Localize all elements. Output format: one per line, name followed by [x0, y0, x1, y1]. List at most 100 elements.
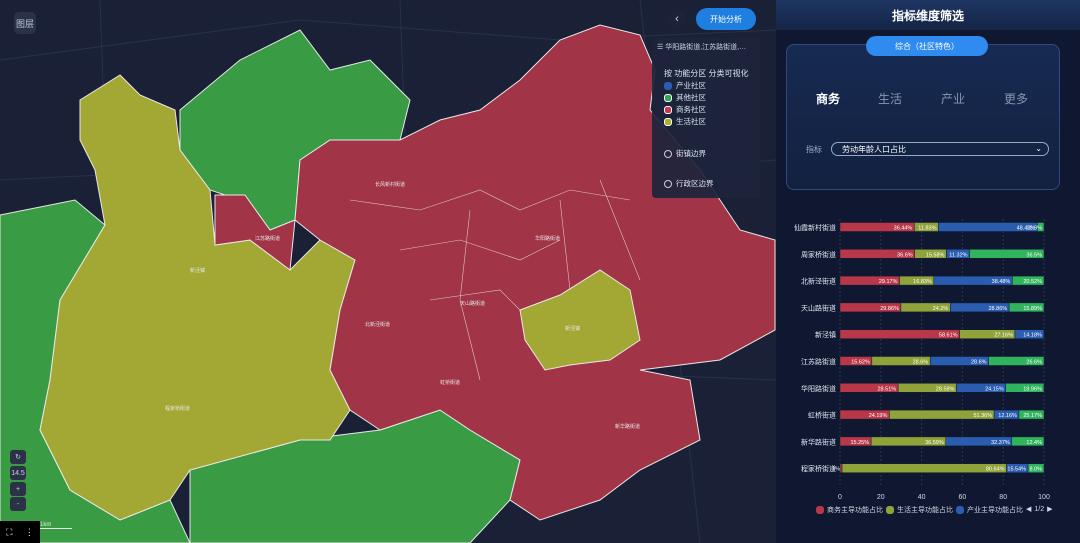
pager-next-icon: ▶	[1047, 506, 1053, 513]
x-tick-label: 40	[918, 494, 926, 501]
data-label: 18.96%	[1023, 386, 1042, 392]
place-label: 新华路街道	[615, 423, 640, 430]
metric-label: 指标	[806, 145, 822, 154]
tab-industry[interactable]: 产业	[941, 90, 965, 107]
mode-pill[interactable]: 综合（社区特色）	[866, 36, 988, 56]
place-label: 江苏路街道	[255, 235, 280, 242]
legend-title: ☰ 华阳路街道,江苏路街道,…	[657, 44, 747, 51]
filter-card	[786, 44, 1060, 190]
pager-prev-icon: ◀	[1026, 506, 1032, 513]
place-label: 北新泾街道	[365, 321, 390, 328]
toggle-town-boundary[interactable]: 街镇边界	[664, 148, 706, 159]
data-label: 28.86%	[989, 306, 1008, 312]
reset-icon[interactable]: ↻	[10, 450, 26, 464]
data-label: 15.54%	[1007, 467, 1026, 473]
data-label: 28.6%	[971, 360, 987, 366]
data-label: 24.19%	[869, 413, 888, 419]
legend-item-other[interactable]: 其他社区	[664, 92, 706, 103]
legend-series-business[interactable]: 商务主导功能占比	[816, 505, 883, 515]
metric-value: 劳动年龄人口占比	[842, 144, 906, 154]
category-label: 新华路街道	[801, 437, 836, 446]
legend-item-business[interactable]: 商务社区	[664, 104, 706, 115]
data-label: 24.15%	[985, 386, 1004, 392]
data-label: 24.2%	[933, 306, 949, 312]
place-label: 虹桥街道	[440, 379, 460, 386]
x-tick-label: 80	[999, 494, 1007, 501]
data-label: 27.16%	[994, 333, 1013, 339]
data-label: 36.5%	[1026, 252, 1042, 258]
legend-series-life[interactable]: 生活主导功能占比	[886, 505, 953, 515]
category-label: 新泾镇	[815, 330, 836, 339]
data-label: 15.58%	[926, 252, 945, 258]
more-icon[interactable]: ⋮	[25, 527, 34, 538]
data-label: 12.9%	[1026, 226, 1042, 232]
data-label: 36.44%	[894, 226, 913, 232]
data-label: 80.64%	[986, 467, 1005, 473]
panel-title: 指标维度筛选	[776, 0, 1080, 30]
x-tick-label: 20	[877, 494, 885, 501]
scale-bar: 1km	[40, 522, 72, 529]
data-label: 28.51%	[878, 386, 897, 392]
fullscreen-icon[interactable]: ⛶	[6, 527, 12, 538]
category-label: 天山路街道	[801, 303, 836, 312]
place-label: 天山路街道	[460, 300, 485, 307]
data-label: 12.16%	[998, 413, 1017, 419]
zoom-in-button[interactable]: +	[10, 482, 26, 496]
data-label: 15.62%	[851, 360, 870, 366]
data-label: 15.25%	[850, 440, 869, 446]
data-label: 20.52%	[1023, 279, 1042, 285]
category-label: 江苏路街道	[801, 357, 836, 366]
data-label: 58.61%	[939, 333, 958, 339]
category-label: 北新泾街道	[801, 277, 836, 286]
data-label: 16.83%	[913, 279, 932, 285]
chevron-left-icon[interactable]: ‹	[668, 10, 686, 28]
data-label: 25.17%	[1023, 413, 1042, 419]
x-tick-label: 100	[1038, 494, 1050, 501]
start-analysis-button[interactable]: 开始分析	[696, 8, 756, 30]
zoom-out-button[interactable]: -	[10, 497, 26, 511]
data-label: 51.36%	[973, 413, 992, 419]
data-label: 11.32%	[949, 252, 967, 258]
data-label: 26.6%	[1026, 360, 1042, 366]
data-label: 1%	[832, 467, 840, 473]
data-label: 32.37%	[991, 440, 1010, 446]
zoom-level: 14.5	[10, 466, 26, 480]
tab-life[interactable]: 生活	[878, 90, 902, 107]
category-label: 虹桥街道	[808, 411, 836, 420]
tab-more[interactable]: 更多	[1004, 90, 1028, 107]
place-label: 程家桥街道	[165, 405, 190, 412]
place-label: 新泾镇	[190, 267, 205, 274]
place-label: 华阳路街道	[535, 235, 560, 242]
toggle-district-boundary[interactable]: 行政区边界	[664, 178, 714, 189]
x-tick-label: 0	[838, 494, 842, 501]
data-label: 28.58%	[936, 386, 955, 392]
bar-segment	[841, 463, 1007, 473]
data-label: 15.89%	[1023, 306, 1042, 312]
data-label: 29.86%	[880, 306, 899, 312]
legend-heading: 按 功能分区 分类可视化	[664, 69, 749, 78]
metric-select[interactable]: 劳动年龄人口占比 ⌄	[831, 142, 1049, 156]
tab-business[interactable]: 商务	[816, 90, 840, 107]
layers-button[interactable]: 图层	[14, 12, 36, 34]
category-label: 华阳路街道	[801, 384, 836, 393]
category-label: 程家桥街道	[801, 464, 836, 473]
legend-item-life[interactable]: 生活社区	[664, 116, 706, 127]
map-legend: ☰ 华阳路街道,江苏路街道,… 按 功能分区 分类可视化 产业社区 其他社区 商…	[652, 38, 760, 198]
map-view[interactable]: 江苏路街道 新泾镇 长风新村街道 北新泾街道 天山路街道 华阳路街道 程家桥街道…	[0, 0, 776, 543]
legend-series-industry[interactable]: 产业主导功能占比	[956, 505, 1023, 515]
place-label: 新泾镇	[565, 325, 580, 332]
place-label: 长风新村街道	[375, 181, 405, 188]
data-label: 36.6%	[897, 252, 913, 258]
x-tick-label: 60	[959, 494, 967, 501]
map-bottom-bar: ⛶ ⋮	[0, 521, 40, 543]
chevron-down-icon: ⌄	[1035, 144, 1042, 153]
data-label: 29.17%	[879, 279, 898, 285]
data-label: 36.59%	[925, 440, 944, 446]
data-label: 14.18%	[1023, 333, 1042, 339]
pager[interactable]: ◀ 1/2 ▶	[1026, 505, 1053, 514]
data-label: 12.4%	[1026, 440, 1042, 446]
data-label: 28.6%	[913, 360, 929, 366]
data-label: 38.48%	[992, 279, 1011, 285]
category-label: 周家桥街道	[801, 250, 836, 259]
legend-item-industry[interactable]: 产业社区	[664, 80, 706, 91]
